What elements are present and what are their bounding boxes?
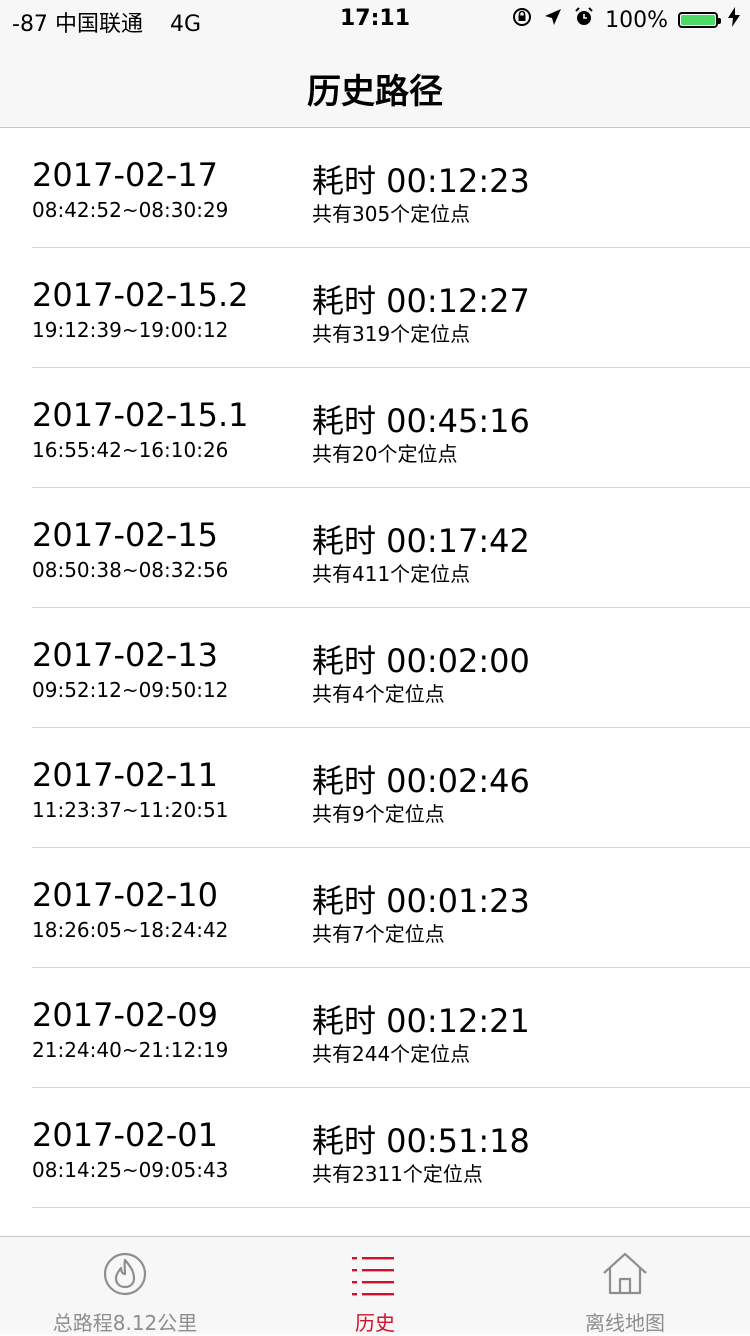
- record-duration: 耗时 00:51:18: [312, 1122, 530, 1160]
- rotation-lock-icon: [511, 6, 533, 34]
- tab-label: 历史: [355, 1311, 395, 1335]
- list-icon: [350, 1251, 400, 1297]
- list-item[interactable]: 2017-02-11 11:23:37~11:20:51 耗时 00:02:46 共有…: [0, 728, 750, 848]
- record-time-range: 18:26:05~18:24:42: [32, 918, 229, 942]
- tab-bar: 总路程8.12公里 历史 离线地图: [0, 1236, 750, 1335]
- tab-total-distance[interactable]: 总路程8.12公里: [0, 1237, 250, 1335]
- record-duration: 耗时 00:12:21: [312, 1002, 530, 1040]
- list-item[interactable]: 2017-02-17 08:42:52~08:30:29 耗时 00:12:23 共有…: [0, 128, 750, 248]
- page-title: 历史路径: [307, 72, 443, 112]
- record-date: 2017-02-17: [32, 156, 218, 194]
- record-date: 2017-02-15.1: [32, 396, 249, 434]
- record-time-range: 11:23:37~11:20:51: [32, 798, 229, 822]
- record-date: 2017-02-09: [32, 996, 218, 1034]
- record-point-count: 共有20个定位点: [312, 442, 458, 466]
- record-point-count: 共有7个定位点: [312, 922, 445, 946]
- record-duration: 耗时 00:12:23: [312, 162, 530, 200]
- tab-offline-map[interactable]: 离线地图: [500, 1237, 750, 1335]
- flame-icon: [100, 1251, 150, 1297]
- list-item[interactable]: 2017-02-09 21:24:40~21:12:19 耗时 00:12:21 共有…: [0, 968, 750, 1088]
- charging-bolt-icon: [728, 7, 740, 33]
- record-duration: 耗时 00:45:16: [312, 402, 530, 440]
- record-time-range: 16:55:42~16:10:26: [32, 438, 229, 462]
- status-bar: -87 中国联通 4G 17:11 100%: [0, 0, 750, 40]
- record-point-count: 共有2311个定位点: [312, 1162, 483, 1186]
- home-icon: [600, 1251, 650, 1297]
- record-point-count: 共有305个定位点: [312, 202, 471, 226]
- record-point-count: 共有4个定位点: [312, 682, 445, 706]
- alarm-icon: [573, 6, 595, 34]
- list-item[interactable]: 2017-02-15.1 16:55:42~16:10:26 耗时 00:45:16…: [0, 368, 750, 488]
- list-item[interactable]: 2017-02-15.2 19:12:39~19:00:12 耗时 00:12:27…: [0, 248, 750, 368]
- record-time-range: 08:42:52~08:30:29: [32, 198, 229, 222]
- status-indicators: 100%: [511, 6, 740, 34]
- history-list[interactable]: 2017-02-17 08:42:52~08:30:29 耗时 00:12:23 共有…: [0, 128, 750, 1208]
- record-point-count: 共有9个定位点: [312, 802, 445, 826]
- record-point-count: 共有244个定位点: [312, 1042, 471, 1066]
- record-duration: 耗时 00:02:46: [312, 762, 530, 800]
- navigation-bar: 历史路径: [0, 40, 750, 128]
- record-date: 2017-02-15: [32, 516, 218, 554]
- location-arrow-icon: [543, 7, 563, 33]
- record-date: 2017-02-13: [32, 636, 218, 674]
- record-time-range: 21:24:40~21:12:19: [32, 1038, 229, 1062]
- record-point-count: 共有319个定位点: [312, 322, 471, 346]
- battery-icon: [678, 12, 721, 28]
- record-date: 2017-02-15.2: [32, 276, 249, 314]
- tab-label: 总路程8.12公里: [52, 1311, 198, 1335]
- list-item[interactable]: 2017-02-10 18:26:05~18:24:42 耗时 00:01:23 共有…: [0, 848, 750, 968]
- record-duration: 耗时 00:02:00: [312, 642, 530, 680]
- record-time-range: 19:12:39~19:00:12: [32, 318, 229, 342]
- record-time-range: 08:14:25~09:05:43: [32, 1158, 229, 1182]
- record-duration: 耗时 00:12:27: [312, 282, 530, 320]
- battery-level: [681, 15, 715, 25]
- record-date: 2017-02-10: [32, 876, 218, 914]
- record-duration: 耗时 00:17:42: [312, 522, 530, 560]
- list-item[interactable]: 2017-02-15 08:50:38~08:32:56 耗时 00:17:42 共有…: [0, 488, 750, 608]
- tab-history[interactable]: 历史: [250, 1237, 500, 1335]
- record-duration: 耗时 00:01:23: [312, 882, 530, 920]
- list-item[interactable]: 2017-02-01 08:14:25~09:05:43 耗时 00:51:18 共有…: [0, 1088, 750, 1208]
- record-time-range: 09:52:12~09:50:12: [32, 678, 229, 702]
- record-time-range: 08:50:38~08:32:56: [32, 558, 229, 582]
- record-point-count: 共有411个定位点: [312, 562, 471, 586]
- battery-percent: 100%: [605, 7, 668, 33]
- list-item[interactable]: 2017-02-13 09:52:12~09:50:12 耗时 00:02:00 共有…: [0, 608, 750, 728]
- record-date: 2017-02-01: [32, 1116, 218, 1154]
- tab-label: 离线地图: [585, 1311, 665, 1335]
- record-date: 2017-02-11: [32, 756, 218, 794]
